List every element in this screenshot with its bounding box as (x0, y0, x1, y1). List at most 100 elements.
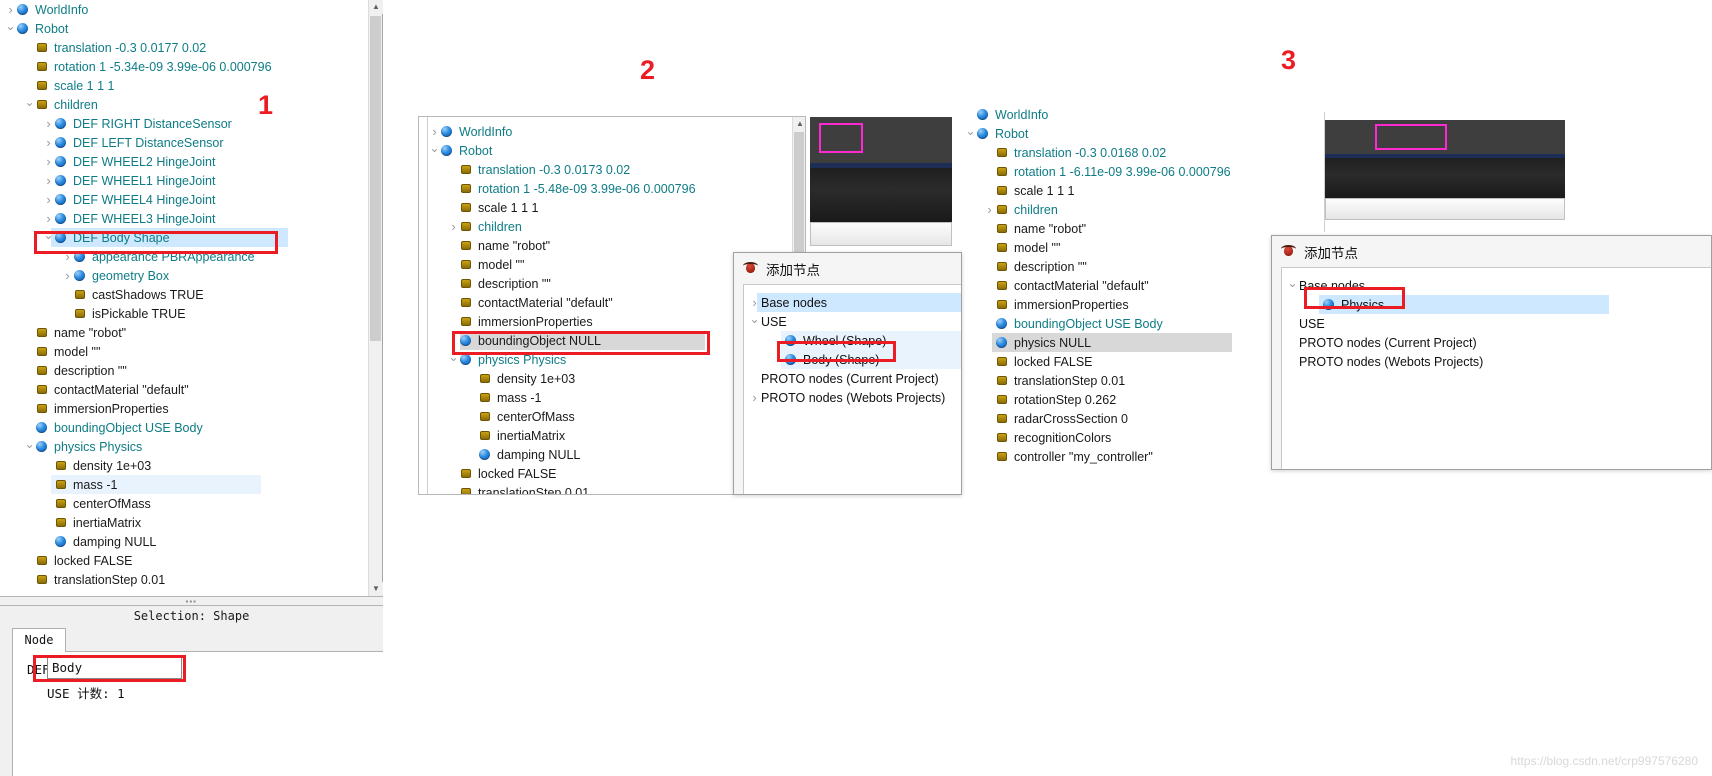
tree-row[interactable]: name "robot" (960, 219, 1250, 238)
chevron-right-icon[interactable] (4, 3, 17, 17)
tree-row[interactable]: DEF RIGHT DistanceSensor (0, 114, 369, 133)
panel-splitter[interactable]: ▪▪▪ (0, 596, 383, 606)
tree-row[interactable]: mass -1 (0, 475, 369, 494)
tree-row[interactable]: castShadows TRUE (0, 285, 369, 304)
chevron-right-icon[interactable] (748, 391, 761, 405)
tree-row[interactable]: locked FALSE (960, 352, 1250, 371)
tree-row[interactable]: physics Physics (0, 437, 369, 456)
tree-row[interactable]: translation -0.3 0.0173 0.02 (428, 160, 788, 179)
tree-row[interactable]: geometry Box (0, 266, 369, 285)
tree-row[interactable]: PROTO nodes (Webots Projects) (744, 388, 961, 407)
tree-row[interactable]: WorldInfo (960, 105, 1250, 124)
tree-row[interactable]: translation -0.3 0.0168 0.02 (960, 143, 1250, 162)
tree-row[interactable]: WorldInfo (0, 0, 369, 19)
tree-row[interactable]: DEF WHEEL3 HingeJoint (0, 209, 369, 228)
chevron-right-icon[interactable] (61, 250, 74, 264)
scrollbar-up-arrow[interactable]: ▲ (369, 0, 383, 14)
tree-row[interactable]: translationStep 0.01 (0, 570, 369, 589)
tree-row[interactable]: description "" (960, 257, 1250, 276)
tree-row[interactable]: children (0, 95, 369, 114)
chevron-down-icon[interactable] (428, 144, 441, 157)
chevron-down-icon[interactable] (748, 315, 761, 328)
def-input[interactable]: Body (47, 657, 182, 679)
chevron-right-icon[interactable] (447, 220, 460, 234)
chevron-down-icon[interactable] (447, 353, 460, 366)
chevron-down-icon[interactable] (1286, 279, 1299, 292)
tree-row[interactable]: rotation 1 -5.34e-09 3.99e-06 0.000796 (0, 57, 369, 76)
chevron-down-icon[interactable] (4, 22, 17, 35)
tree-row[interactable]: Robot (0, 19, 369, 38)
tree-row[interactable]: centerOfMass (0, 494, 369, 513)
tree-row[interactable]: rotation 1 -6.11e-09 3.99e-06 0.000796 (960, 162, 1250, 181)
tree-row[interactable]: DEF WHEEL2 HingeJoint (0, 152, 369, 171)
chevron-right-icon[interactable] (428, 125, 441, 139)
chevron-right-icon[interactable] (61, 269, 74, 283)
chevron-down-icon[interactable] (23, 440, 36, 453)
tree-row[interactable]: density 1e+03 (0, 456, 369, 475)
tree-row[interactable]: PROTO nodes (Current Project) (744, 369, 961, 388)
tree-row[interactable]: appearance PBRAppearance (0, 247, 369, 266)
scrollbar-down-arrow[interactable]: ▼ (369, 582, 383, 596)
tree-row[interactable]: translation -0.3 0.0177 0.02 (0, 38, 369, 57)
tree-row[interactable]: Physics (1282, 295, 1711, 314)
chevron-down-icon[interactable] (42, 231, 55, 244)
tree-row[interactable]: PROTO nodes (Current Project) (1282, 333, 1711, 352)
scene-tree-3[interactable]: WorldInfo Robot translation -0.3 0.0168 0.… (960, 105, 1250, 466)
tree-row[interactable]: inertiaMatrix (0, 513, 369, 532)
chevron-right-icon[interactable] (983, 203, 996, 217)
tree-row[interactable]: USE (744, 312, 961, 331)
tree-row[interactable]: Base nodes (1282, 276, 1711, 295)
chevron-down-icon[interactable] (23, 98, 36, 111)
tree-row[interactable]: USE (1282, 314, 1711, 333)
tree-row[interactable]: description "" (0, 361, 369, 380)
tree-row[interactable]: boundingObject USE Body (0, 418, 369, 437)
chevron-right-icon[interactable] (42, 212, 55, 226)
tree-row[interactable]: recognitionColors (960, 428, 1250, 447)
chevron-down-icon[interactable] (964, 127, 977, 140)
tree-row[interactable]: scale 1 1 1 (428, 198, 788, 217)
tree-row[interactable]: isPickable TRUE (0, 304, 369, 323)
tree-row[interactable]: contactMaterial "default" (0, 380, 369, 399)
chevron-right-icon[interactable] (42, 117, 55, 131)
tree-row[interactable]: DEF Body Shape (0, 228, 369, 247)
tree-row[interactable]: DEF WHEEL1 HingeJoint (0, 171, 369, 190)
chevron-right-icon[interactable] (42, 136, 55, 150)
tree-row[interactable]: scale 1 1 1 (960, 181, 1250, 200)
scene-tree-1-scrollbar[interactable]: ▲ ▼ (368, 0, 383, 596)
chevron-right-icon[interactable] (42, 174, 55, 188)
tree-row[interactable]: radarCrossSection 0 (960, 409, 1250, 428)
tree-row[interactable]: Body (Shape) (744, 350, 961, 369)
tree-row[interactable]: children (428, 217, 788, 236)
scene-tree-1[interactable]: WorldInfo Robot translation -0.3 0.0177 0.… (0, 0, 369, 596)
tab-node[interactable]: Node (12, 628, 66, 652)
tree-row[interactable]: translationStep 0.01 (960, 371, 1250, 390)
tree-row[interactable]: controller "my_controller" (960, 447, 1250, 466)
tree-row[interactable]: immersionProperties (960, 295, 1250, 314)
tree-row[interactable]: contactMaterial "default" (960, 276, 1250, 295)
tree-row[interactable]: Robot (960, 124, 1250, 143)
tree-row[interactable]: Base nodes (744, 293, 961, 312)
tree-row[interactable]: immersionProperties (0, 399, 369, 418)
tree-row[interactable]: boundingObject USE Body (960, 314, 1250, 333)
chevron-right-icon[interactable] (42, 155, 55, 169)
tree-row[interactable]: WorldInfo (428, 122, 788, 141)
tree-row[interactable]: model "" (960, 238, 1250, 257)
tree-row[interactable]: rotationStep 0.262 (960, 390, 1250, 409)
tree-row[interactable]: DEF WHEEL4 HingeJoint (0, 190, 369, 209)
tree-row[interactable]: model "" (0, 342, 369, 361)
tree-row[interactable]: Robot (428, 141, 788, 160)
tree-row[interactable]: PROTO nodes (Webots Projects) (1282, 352, 1711, 371)
tree-row[interactable]: name "robot" (0, 323, 369, 342)
tree-row[interactable]: scale 1 1 1 (0, 76, 369, 95)
tree-row[interactable]: children (960, 200, 1250, 219)
tree-row[interactable]: damping NULL (0, 532, 369, 551)
tree-row[interactable]: locked FALSE (0, 551, 369, 570)
scrollbar-thumb[interactable] (370, 16, 381, 341)
tree-row[interactable]: physics NULL (960, 333, 1250, 352)
chevron-right-icon[interactable] (42, 193, 55, 207)
scrollbar-up-arrow-2[interactable]: ▲ (793, 117, 805, 131)
tree-row[interactable]: Wheel (Shape) (744, 331, 961, 350)
tree-row[interactable]: rotation 1 -5.48e-09 3.99e-06 0.000796 (428, 179, 788, 198)
add-node-dialog-3-list[interactable]: Base nodes Physics USE PROTO nodes (Current… (1282, 268, 1711, 371)
tree-row[interactable]: DEF LEFT DistanceSensor (0, 133, 369, 152)
